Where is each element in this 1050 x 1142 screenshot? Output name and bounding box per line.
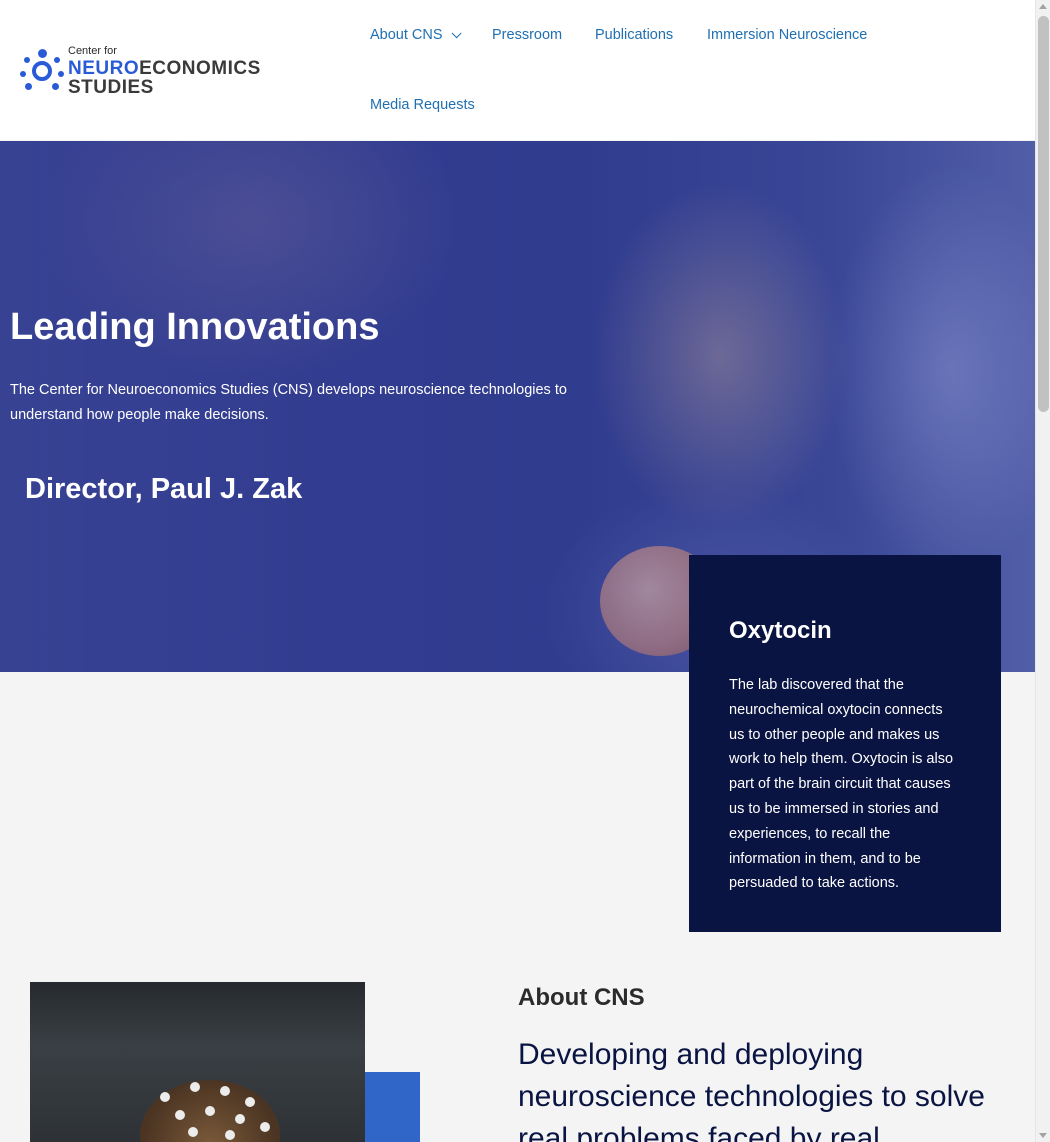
vertical-scrollbar[interactable] (1035, 0, 1050, 1142)
eeg-cap-photo (30, 982, 365, 1142)
about-heading: About CNS (518, 984, 645, 1011)
nav-item-about-cns[interactable]: About CNS (370, 27, 462, 43)
logo-line-small: Center for (68, 44, 117, 57)
scroll-down-arrow-icon[interactable] (1039, 1133, 1047, 1138)
card-text: The lab discovered that the neurochemica… (729, 677, 954, 892)
scrollbar-thumb[interactable] (1038, 16, 1049, 412)
accent-block (365, 1072, 420, 1142)
nav-item-immersion-neuroscience[interactable]: Immersion Neuroscience (707, 27, 867, 43)
nav-item-pressroom[interactable]: Pressroom (492, 27, 562, 43)
logo-line-big: NEUROECONOMICS STUDIES (68, 57, 261, 98)
logo-wordmark: Center for NEUROECONOMICS STUDIES (68, 44, 320, 98)
hero-title: Leading Innovations (10, 306, 380, 348)
site-logo[interactable]: Center for NEUROECONOMICS STUDIES (20, 44, 320, 98)
nav-item-media-requests[interactable]: Media Requests (370, 97, 475, 113)
about-headline: Developing and deploying neuroscience te… (518, 1038, 985, 1142)
card-title: Oxytocin (729, 617, 832, 644)
scroll-up-arrow-icon[interactable] (1039, 4, 1047, 9)
chevron-down-icon[interactable] (451, 28, 462, 39)
logo-molecule-icon (20, 49, 64, 93)
nav-item-publications[interactable]: Publications (595, 27, 673, 43)
oxytocin-card: Oxytocin The lab discovered that the neu… (689, 555, 1001, 932)
page: Center for NEUROECONOMICS STUDIES About … (0, 0, 1035, 1142)
hero-description: The Center for Neuroeconomics Studies (C… (10, 382, 567, 423)
hero-director: Director, Paul J. Zak (25, 473, 303, 505)
site-header: Center for NEUROECONOMICS STUDIES About … (0, 0, 1035, 140)
